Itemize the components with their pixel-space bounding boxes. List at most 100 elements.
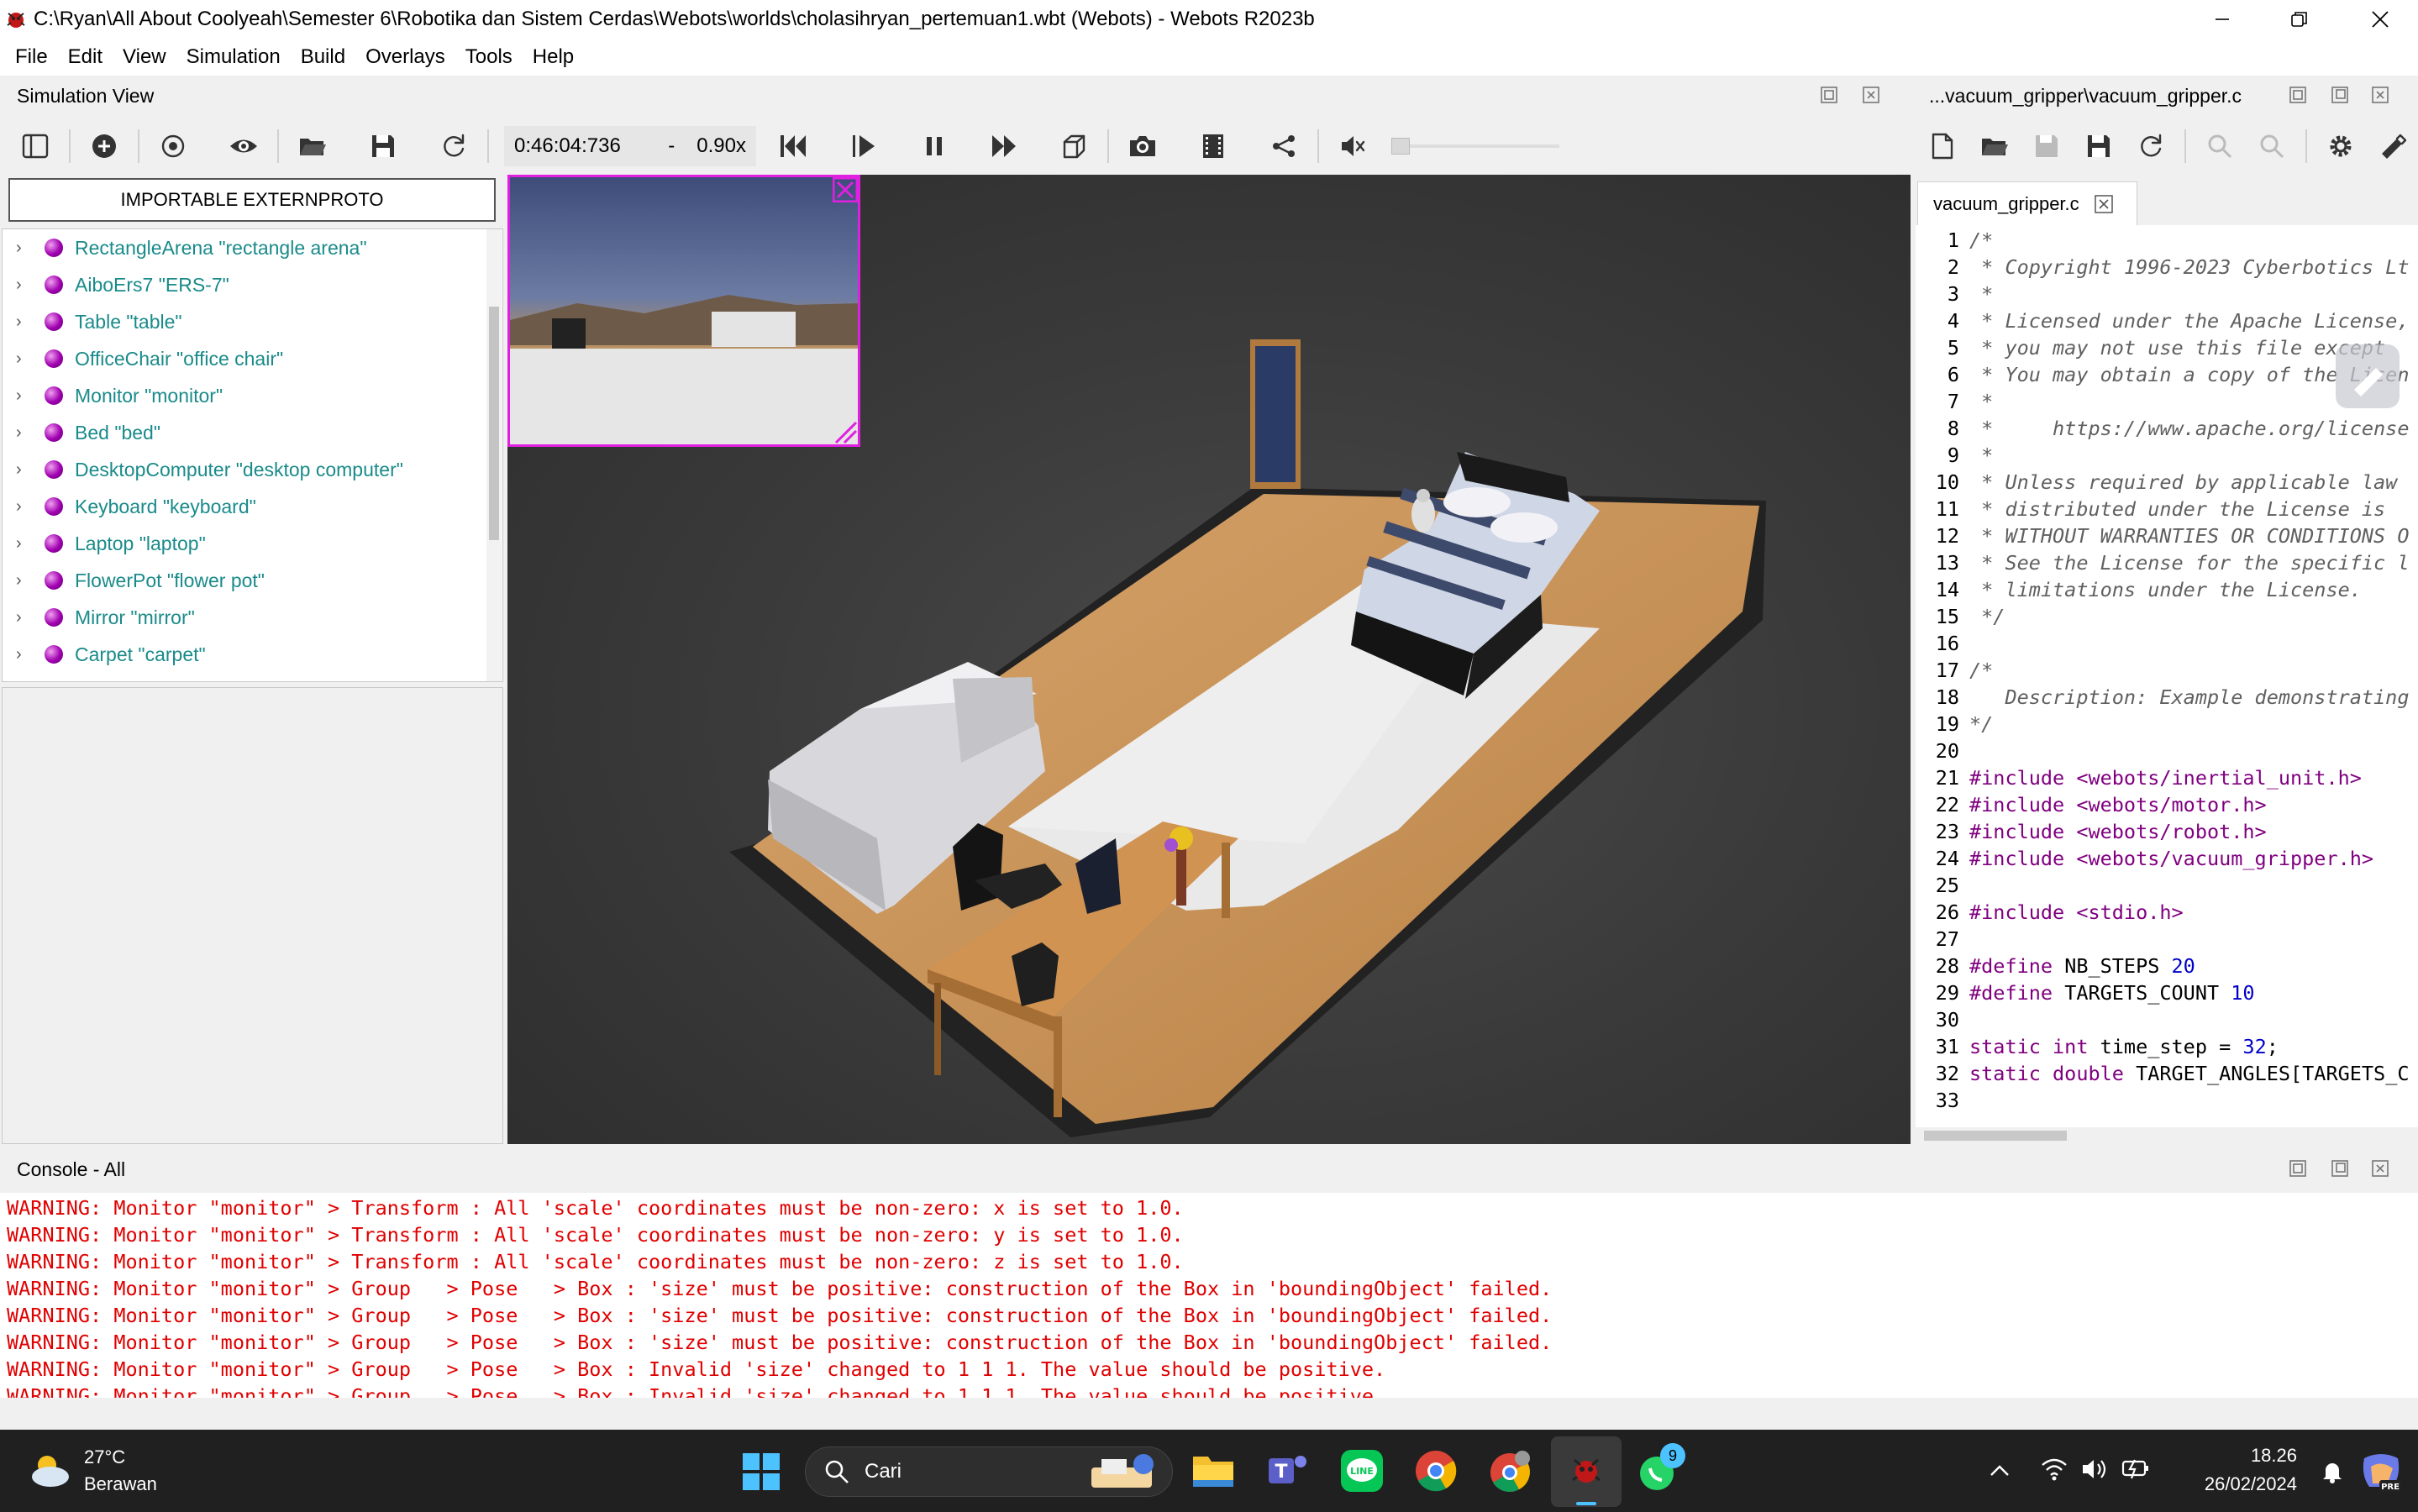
code-line[interactable]: 27	[1916, 927, 2418, 954]
editor-hscrollbar[interactable]	[1916, 1127, 2418, 1144]
editor-tab[interactable]: vacuum_gripper.c	[1917, 181, 2137, 225]
code-line[interactable]: 3 *	[1916, 282, 2418, 309]
viewpoint-button[interactable]	[155, 128, 192, 165]
tree-item[interactable]: › DesktopComputer "desktop computer"	[3, 451, 502, 488]
line-app-icon[interactable]: LINE	[1341, 1450, 1383, 1492]
floating-edit-icon[interactable]	[2336, 344, 2400, 408]
tree-scrollbar-thumb[interactable]	[489, 307, 499, 540]
overlay-resize-icon[interactable]	[833, 419, 858, 444]
view-3d-button[interactable]	[1055, 128, 1092, 165]
save-as-button[interactable]	[2080, 128, 2117, 165]
code-line[interactable]: 4 * Licensed under the Apache License,	[1916, 309, 2418, 336]
chrome-profile-icon[interactable]	[1489, 1450, 1532, 1494]
minimize-button[interactable]	[2184, 0, 2260, 39]
file-explorer-icon[interactable]	[1191, 1450, 1235, 1490]
add-node-button[interactable]	[86, 128, 123, 165]
code-line[interactable]: 15 */	[1916, 605, 2418, 632]
volume-icon[interactable]	[2080, 1457, 2109, 1482]
toggle-scene-tree-button[interactable]	[17, 128, 54, 165]
weather-condition[interactable]: Berawan	[84, 1473, 157, 1495]
close-panel-icon[interactable]	[1862, 86, 1880, 104]
code-line[interactable]: 1 /*	[1916, 228, 2418, 255]
webots-taskbar-button[interactable]	[1551, 1436, 1622, 1507]
chevron-right-icon[interactable]: ›	[16, 497, 34, 517]
code-line[interactable]: 8 * https://www.apache.org/license	[1916, 417, 2418, 444]
open-world-button[interactable]	[294, 128, 331, 165]
chevron-right-icon[interactable]: ›	[16, 423, 34, 443]
maximize-panel-icon[interactable]	[2331, 86, 2349, 104]
revert-button[interactable]	[2132, 128, 2169, 165]
screenshot-button[interactable]	[1124, 128, 1161, 165]
step-button[interactable]	[845, 128, 882, 165]
close-button[interactable]	[2342, 0, 2418, 39]
code-line[interactable]: 24 #include <webots/vacuum_gripper.h>	[1916, 847, 2418, 874]
code-line[interactable]: 33	[1916, 1089, 2418, 1116]
chevron-right-icon[interactable]: ›	[16, 386, 34, 406]
open-file-button[interactable]	[1976, 128, 2013, 165]
reset-simulation-button[interactable]	[775, 128, 812, 165]
camera-overlay[interactable]	[507, 175, 860, 447]
editor-hscrollbar-thumb[interactable]	[1924, 1131, 2067, 1141]
code-line[interactable]: 22 #include <webots/motor.h>	[1916, 793, 2418, 820]
chrome-icon[interactable]	[1415, 1450, 1457, 1492]
chevron-right-icon[interactable]: ›	[16, 276, 34, 295]
menu-edit[interactable]: Edit	[68, 45, 103, 69]
code-line[interactable]: 12 * WITHOUT WARRANTIES OR CONDITIONS O	[1916, 524, 2418, 551]
code-line[interactable]: 19 */	[1916, 712, 2418, 739]
chevron-right-icon[interactable]: ›	[16, 608, 34, 627]
tree-item[interactable]: › RectangleArena "rectangle arena"	[3, 229, 502, 266]
tree-item[interactable]: › Laptop "laptop"	[3, 525, 502, 562]
record-movie-button[interactable]	[1195, 128, 1232, 165]
clock-time[interactable]: 18.26	[2230, 1445, 2297, 1467]
menu-help[interactable]: Help	[533, 45, 574, 69]
taskbar-search[interactable]: Cari	[805, 1446, 1173, 1497]
close-panel-icon[interactable]	[2371, 1159, 2389, 1178]
tree-item[interactable]: › Carpet "carpet"	[3, 636, 502, 673]
battery-charging-icon[interactable]	[2121, 1455, 2151, 1482]
code-line[interactable]: 32 static double TARGET_ANGLES[TARGETS_C	[1916, 1062, 2418, 1089]
code-line[interactable]: 18 Description: Example demonstrating	[1916, 685, 2418, 712]
menu-file[interactable]: File	[15, 45, 48, 69]
tree-item[interactable]: › FlowerPot "flower pot"	[3, 562, 502, 599]
replace-button[interactable]	[2253, 128, 2290, 165]
tree-item[interactable]: › Bed "bed"	[3, 414, 502, 451]
fast-forward-button[interactable]	[986, 128, 1023, 165]
code-line[interactable]: 20	[1916, 739, 2418, 766]
code-line[interactable]: 13 * See the License for the specific l	[1916, 551, 2418, 578]
save-file-button-disabled[interactable]	[2028, 128, 2065, 165]
close-tab-icon[interactable]	[2094, 194, 2113, 213]
code-line[interactable]: 31 static int time_step = 32;	[1916, 1035, 2418, 1062]
code-line[interactable]: 16	[1916, 632, 2418, 659]
code-line[interactable]: 29 #define TARGETS_COUNT 10	[1916, 981, 2418, 1008]
float-panel-icon[interactable]	[1820, 86, 1838, 104]
code-line[interactable]: 21 #include <webots/inertial_unit.h>	[1916, 766, 2418, 793]
maximize-panel-icon[interactable]	[2331, 1159, 2349, 1178]
tree-item[interactable]: › Monitor "monitor"	[3, 377, 502, 414]
save-world-button[interactable]	[365, 128, 402, 165]
code-line[interactable]: 14 * limitations under the License.	[1916, 578, 2418, 605]
menu-build[interactable]: Build	[301, 45, 345, 69]
pause-button[interactable]	[916, 128, 953, 165]
share-button[interactable]	[1265, 128, 1302, 165]
tree-item[interactable]: › OfficeChair "office chair"	[3, 340, 502, 377]
chevron-right-icon[interactable]: ›	[16, 645, 34, 664]
code-line[interactable]: 23 #include <webots/robot.h>	[1916, 820, 2418, 847]
notification-bell-icon[interactable]	[2321, 1458, 2344, 1483]
tree-item[interactable]: › Table "table"	[3, 303, 502, 340]
3d-viewport[interactable]	[507, 175, 1911, 1144]
float-panel-icon[interactable]	[2289, 86, 2307, 104]
restore-button[interactable]	[2262, 0, 2337, 39]
build-button[interactable]	[2374, 128, 2411, 165]
chevron-right-icon[interactable]: ›	[16, 534, 34, 554]
windows-start-icon[interactable]	[743, 1453, 780, 1490]
code-line[interactable]: 30	[1916, 1008, 2418, 1035]
chevron-up-icon[interactable]	[1988, 1460, 2011, 1482]
tree-item[interactable]: › Keyboard "keyboard"	[3, 488, 502, 525]
menu-tools[interactable]: Tools	[465, 45, 513, 69]
wifi-icon[interactable]	[2040, 1457, 2068, 1482]
close-panel-icon[interactable]	[2371, 86, 2389, 104]
chevron-right-icon[interactable]: ›	[16, 239, 34, 258]
tree-item[interactable]: › Mirror "mirror"	[3, 599, 502, 636]
tree-item[interactable]: › AiboErs7 "ERS-7"	[3, 266, 502, 303]
chevron-right-icon[interactable]: ›	[16, 571, 34, 591]
